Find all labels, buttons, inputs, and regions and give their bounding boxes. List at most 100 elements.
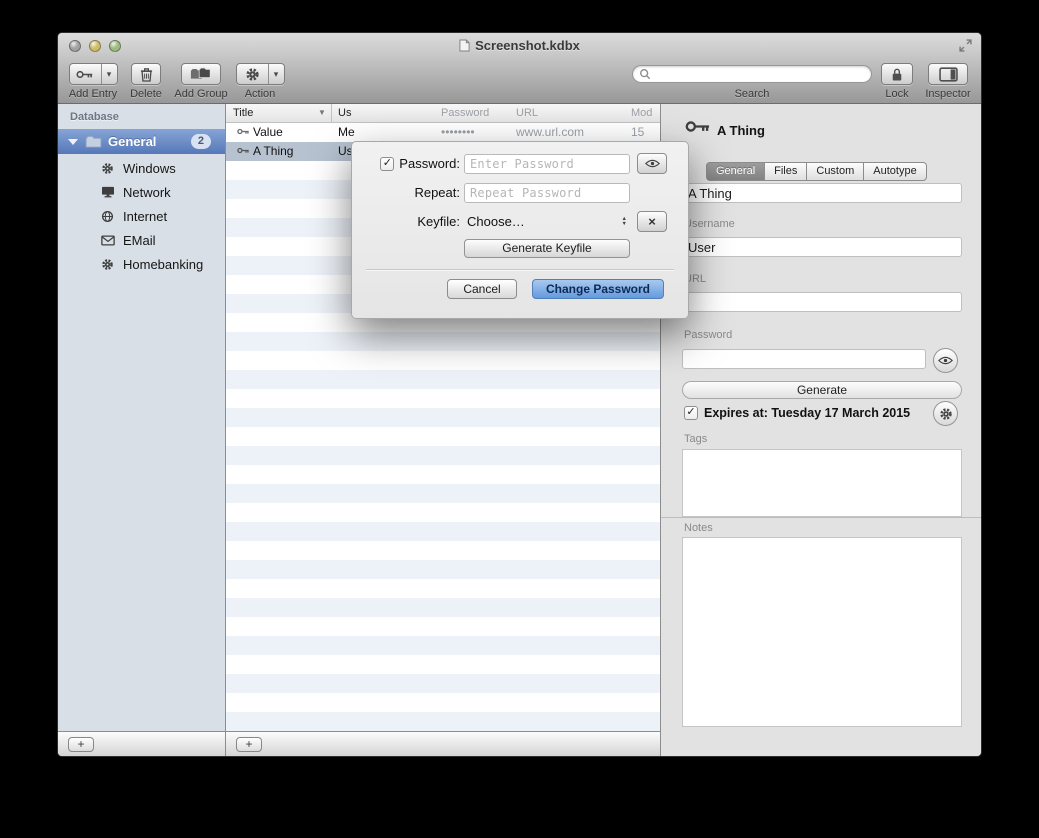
- column-header-title[interactable]: Title: [233, 104, 253, 122]
- window-chrome: Screenshot.kdbx ▾ Add Entry: [58, 33, 981, 104]
- sidebar-group-label: General: [108, 134, 191, 149]
- monitor-icon: [100, 186, 115, 198]
- trash-icon: [140, 67, 153, 82]
- dialog-actions: Cancel Change Password: [447, 279, 664, 299]
- dialog-repeat-label: Repeat:: [414, 185, 460, 200]
- fullscreen-icon[interactable]: [959, 39, 972, 52]
- tab-general[interactable]: General: [706, 162, 765, 181]
- tab-files[interactable]: Files: [764, 162, 807, 181]
- dialog-reveal-password-button[interactable]: [637, 153, 667, 174]
- add-entry-button[interactable]: ▾: [69, 63, 118, 85]
- sidebar-item-label: Homebanking: [123, 257, 203, 272]
- column-divider[interactable]: [331, 104, 332, 122]
- sidebar-item-label: Windows: [123, 161, 176, 176]
- dialog-repeat-input[interactable]: [464, 183, 630, 203]
- url-field[interactable]: [682, 292, 962, 312]
- tab-autotype[interactable]: Autotype: [863, 162, 926, 181]
- key-icon: [70, 64, 102, 84]
- inspector-panel: A Thing General Files Custom Autotype Us…: [661, 104, 981, 756]
- password-field[interactable]: [682, 349, 926, 369]
- sort-indicator-icon: ▼: [318, 104, 326, 122]
- add-group-button[interactable]: [181, 63, 221, 85]
- add-group-label: Add Group: [174, 88, 227, 100]
- action-button[interactable]: ▾: [236, 63, 285, 85]
- cell-url: www.url.com: [516, 123, 584, 142]
- inspector-label: Inspector: [925, 88, 970, 100]
- tab-custom[interactable]: Custom: [806, 162, 864, 181]
- gear-icon: [100, 162, 115, 175]
- clear-keyfile-button[interactable]: ×: [637, 211, 667, 232]
- keyfile-popup-value: Choose…: [467, 214, 525, 229]
- change-password-button[interactable]: Change Password: [532, 279, 664, 299]
- inspector-entry-title: A Thing: [717, 123, 765, 138]
- delete-label: Delete: [130, 88, 162, 100]
- stepper-icon: ▲▼: [622, 217, 627, 227]
- search-field[interactable]: [632, 65, 872, 83]
- add-entry-label: Add Entry: [69, 88, 117, 100]
- sidebar-item-email[interactable]: EMail: [58, 228, 225, 252]
- generate-password-button[interactable]: Generate: [682, 381, 962, 399]
- lock-label: Lock: [885, 88, 908, 100]
- disclosure-triangle-icon[interactable]: [68, 139, 78, 145]
- password-checkbox[interactable]: ✓: [380, 157, 394, 171]
- gear-icon: [100, 258, 115, 271]
- globe-icon: [100, 210, 115, 223]
- search-icon: [639, 68, 651, 80]
- dialog-separator: [366, 269, 674, 270]
- column-header-url[interactable]: URL: [516, 104, 538, 122]
- column-header-username[interactable]: Us: [338, 104, 351, 122]
- cancel-button[interactable]: Cancel: [447, 279, 517, 299]
- sidebar-section-header: Database: [70, 111, 119, 123]
- notes-field[interactable]: [682, 537, 962, 727]
- tags-label: Tags: [684, 433, 707, 445]
- envelope-icon: [100, 235, 115, 246]
- inspector-button[interactable]: [928, 63, 968, 85]
- folders-icon: [190, 67, 212, 81]
- expires-checkbox[interactable]: ✓: [684, 406, 698, 420]
- app-window: Screenshot.kdbx ▾ Add Entry: [57, 32, 982, 757]
- title-field[interactable]: [682, 183, 962, 203]
- key-icon: [237, 128, 250, 135]
- eye-icon: [645, 159, 660, 168]
- keyfile-popup[interactable]: Choose… ▲▼: [464, 214, 630, 229]
- reveal-password-button[interactable]: [933, 348, 958, 373]
- cell-username: Me: [338, 123, 355, 142]
- cell-password: ••••••••: [441, 123, 475, 142]
- key-icon: [685, 120, 711, 133]
- dialog-password-label: Password:: [399, 156, 460, 171]
- table-row[interactable]: Value Me •••••••• www.url.com 15: [226, 123, 660, 142]
- dialog-password-input[interactable]: [464, 154, 630, 174]
- entry-table-header: Title ▼ Us Password URL Mod: [226, 104, 660, 123]
- inspector-tabs: General Files Custom Autotype: [706, 162, 927, 181]
- delete-button[interactable]: [131, 63, 161, 85]
- gear-icon: [939, 407, 953, 421]
- sidebar-item-homebanking[interactable]: Homebanking: [58, 252, 225, 276]
- dialog-keyfile-label: Keyfile:: [417, 214, 460, 229]
- folder-icon: [85, 135, 102, 148]
- eye-icon: [938, 356, 953, 365]
- generate-keyfile-button[interactable]: Generate Keyfile: [464, 239, 630, 258]
- tags-field[interactable]: [682, 449, 962, 517]
- sidebar-item-network[interactable]: Network: [58, 180, 225, 204]
- column-header-modified[interactable]: Mod: [631, 104, 652, 122]
- expires-row: ✓ Expires at: Tuesday 17 March 2015: [684, 404, 910, 421]
- column-header-password[interactable]: Password: [441, 104, 489, 122]
- username-label: Username: [684, 218, 735, 230]
- add-entry-plus-button[interactable]: +: [236, 737, 262, 752]
- lock-button[interactable]: [881, 63, 913, 85]
- toolbar: ▾ Add Entry Delete Add Group: [58, 58, 981, 104]
- key-icon: [237, 147, 250, 154]
- sidebar-item-internet[interactable]: Internet: [58, 204, 225, 228]
- search-input[interactable]: [651, 67, 865, 81]
- cell-title: A Thing: [253, 142, 293, 161]
- add-group-plus-button[interactable]: +: [68, 737, 94, 752]
- chevron-down-icon: ▾: [269, 64, 284, 84]
- username-field[interactable]: [682, 237, 962, 257]
- expires-gear-button[interactable]: [933, 401, 958, 426]
- change-password-dialog: ✓ Password: Repeat: Keyfile: Choose… ▲▼ …: [351, 141, 689, 319]
- sidebar-item-windows[interactable]: Windows: [58, 156, 225, 180]
- title-bar: Screenshot.kdbx: [58, 33, 981, 58]
- entry-count-badge: 2: [191, 134, 211, 149]
- sidebar-group-general[interactable]: General 2: [58, 129, 225, 154]
- inspector-divider: [661, 517, 981, 518]
